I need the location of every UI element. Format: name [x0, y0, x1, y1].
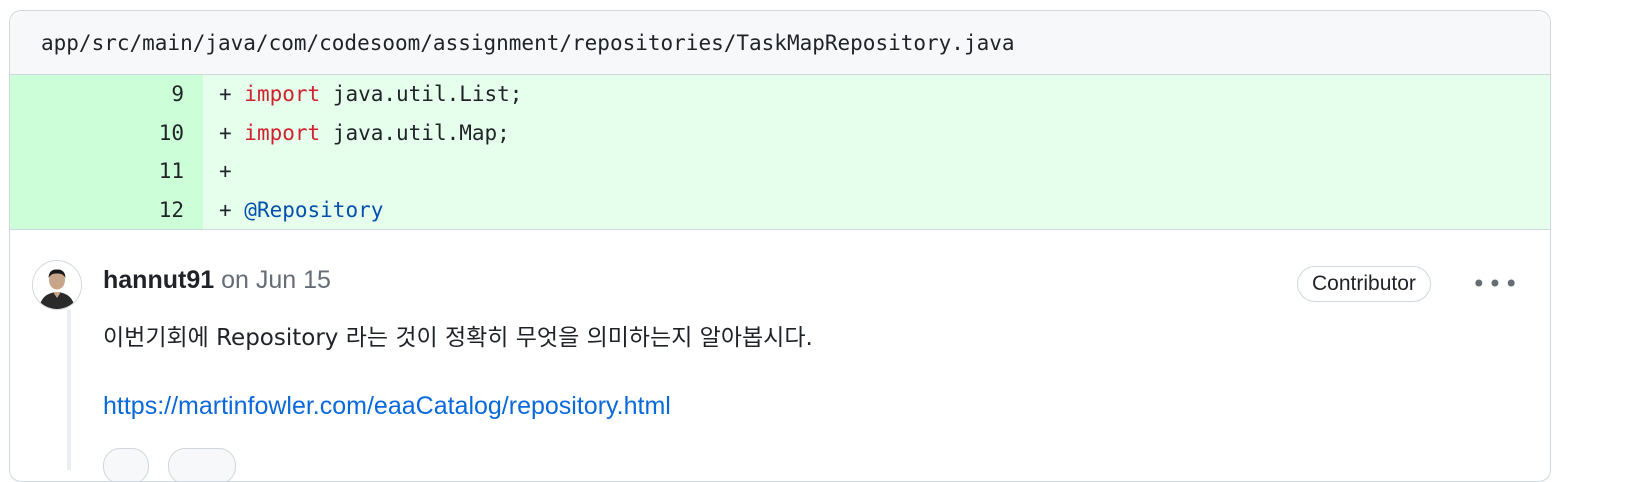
code-line: + import java.util.List; — [203, 82, 522, 106]
code-keyword: import — [244, 82, 321, 107]
diff-sign: + — [219, 197, 245, 222]
comment-body: 이번기회에 Repository 라는 것이 정확히 무엇을 의미하는지 알아봅… — [103, 325, 813, 351]
code-line: + @Repository — [203, 198, 383, 222]
line-number[interactable]: 11 — [10, 152, 203, 191]
comment-meta: hannut91 on Jun 15 — [103, 266, 331, 295]
avatar[interactable] — [32, 260, 82, 310]
thread-connector — [67, 310, 71, 470]
comment-link[interactable]: https://martinfowler.com/eaaCatalog/repo… — [103, 392, 671, 421]
code-text: java.util.Map; — [320, 120, 510, 145]
avatar-image — [33, 261, 81, 309]
file-path-header[interactable]: app/src/main/java/com/codesoom/assignmen… — [10, 11, 1550, 75]
code-text: java.util.List; — [320, 82, 523, 107]
diff-hunk: 9 + import java.util.List; 10 + import j… — [10, 75, 1550, 230]
diff-line: 12 + @Repository — [10, 190, 1550, 229]
diff-line: 10 + import java.util.Map; — [10, 113, 1550, 152]
diff-sign: + — [219, 120, 245, 145]
diff-sign: + — [219, 82, 245, 107]
add-reaction-button[interactable] — [103, 448, 149, 481]
contributor-badge: Contributor — [1297, 266, 1431, 302]
review-comment-card: app/src/main/java/com/codesoom/assignmen… — [9, 10, 1551, 482]
reaction-button[interactable] — [168, 448, 236, 481]
line-number[interactable]: 10 — [10, 113, 203, 152]
comment-date[interactable]: on Jun 15 — [221, 266, 331, 294]
line-number[interactable]: 9 — [10, 75, 203, 114]
author-name[interactable]: hannut91 — [103, 266, 214, 294]
diff-line: 11 + — [10, 152, 1550, 191]
code-keyword: import — [244, 120, 321, 145]
diff-line: 9 + import java.util.List; — [10, 75, 1550, 114]
file-path[interactable]: app/src/main/java/com/codesoom/assignmen… — [41, 31, 1015, 55]
line-number[interactable]: 12 — [10, 190, 203, 229]
code-annotation: @Repository — [244, 197, 384, 222]
comment-thread: hannut91 on Jun 15 Contributor ••• 이번기회에… — [10, 230, 1550, 481]
code-line: + import java.util.Map; — [203, 121, 510, 145]
more-options-button[interactable]: ••• — [1472, 268, 1518, 300]
code-line: + — [203, 159, 232, 183]
diff-sign: + — [219, 159, 232, 184]
